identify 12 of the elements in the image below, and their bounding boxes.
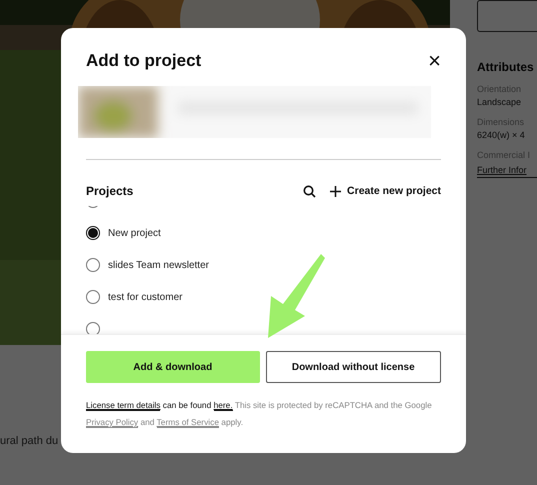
add-download-button[interactable]: Add & download xyxy=(86,351,260,383)
attribute-value: Landscape xyxy=(477,97,522,107)
legal-link[interactable]: here. xyxy=(214,400,233,411)
legal-link[interactable]: Privacy Policy xyxy=(86,417,138,428)
attribute-value: 6240(w) × 4 xyxy=(477,130,526,140)
legal-link[interactable]: Terms of Service xyxy=(156,417,219,428)
outline-box[interactable] xyxy=(477,0,537,32)
attributes-heading: Attributes xyxy=(477,60,535,74)
caption-text: ural path du xyxy=(0,435,60,447)
download-button[interactable]: Download without license xyxy=(266,351,441,383)
legal-link[interactable]: License term details xyxy=(86,400,160,411)
legal-text: License term details can be found here. This site is protected by reCAPTCHA and the Google Privacy Policy and Terms of Service apply. xyxy=(86,399,433,430)
